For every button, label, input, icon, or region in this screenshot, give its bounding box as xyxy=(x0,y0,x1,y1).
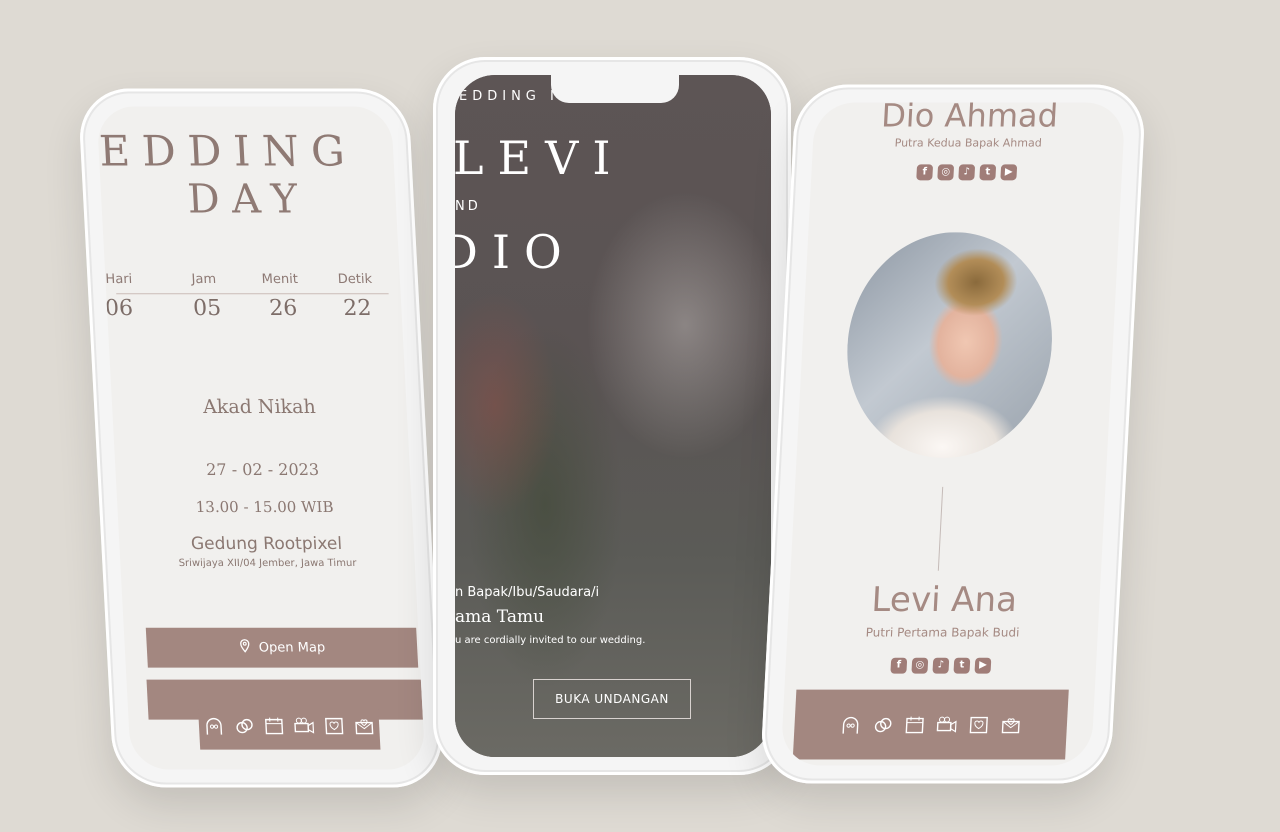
facebook-icon[interactable]: f xyxy=(890,657,908,674)
phone-notch xyxy=(551,75,679,103)
youtube-icon[interactable]: ▶ xyxy=(974,657,992,674)
right-screen: Dio Ahmad Putra Kedua Bapak Ahmad f ◎ ♪ … xyxy=(780,102,1126,766)
countdown-label-seconds: Detik xyxy=(337,272,373,288)
instagram-icon[interactable]: ◎ xyxy=(937,164,955,181)
open-map-label: Open Map xyxy=(258,640,326,656)
twitter-icon[interactable]: t xyxy=(979,164,997,181)
heart-frame-icon[interactable] xyxy=(967,714,990,736)
calendar-icon[interactable] xyxy=(262,715,285,737)
rings-icon[interactable] xyxy=(871,714,894,736)
and-label: ND xyxy=(455,199,481,214)
phone-middle: EDDING INVITATION LEVI ND DIO n Bapak/Ib… xyxy=(433,57,791,775)
map-pin-icon xyxy=(238,639,251,657)
bride-social-links: f ◎ ♪ t ▶ xyxy=(785,657,1096,674)
event-date: 27 - 02 - 2023 xyxy=(205,459,320,479)
envelope-icon[interactable] xyxy=(999,714,1022,736)
countdown-label-days: Hari xyxy=(105,272,133,288)
groom-parent: Putra Kedua Bapak Ahmad xyxy=(894,136,1043,150)
bottom-nav-tabs-left xyxy=(197,701,381,750)
event-time: 13.00 - 15.00 WIB xyxy=(195,497,334,516)
bottom-nav-right xyxy=(792,689,1069,760)
bride-name: Levi Ana xyxy=(870,579,1019,620)
instagram-icon[interactable]: ◎ xyxy=(911,657,929,674)
countdown-label-minutes: Menit xyxy=(261,272,299,288)
couple-arch-icon[interactable] xyxy=(839,714,862,736)
countdown-value-seconds: 22 xyxy=(342,296,373,322)
divider-line xyxy=(937,486,944,571)
envelope-icon[interactable] xyxy=(353,715,376,737)
countdown-value-hours: 05 xyxy=(192,296,222,322)
name-second: DIO xyxy=(455,225,576,279)
rings-icon[interactable] xyxy=(232,715,255,737)
name-first: LEVI xyxy=(455,131,625,185)
invitation-message: u are cordially invited to our wedding. xyxy=(455,635,646,646)
youtube-icon[interactable]: ▶ xyxy=(1000,164,1018,181)
groom-name: Dio Ahmad xyxy=(880,102,1060,135)
open-map-button[interactable]: Open Map xyxy=(145,627,419,668)
countdown-label-hours: Jam xyxy=(191,272,217,288)
bride-parent: Putri Pertama Bapak Budi xyxy=(865,625,1020,640)
heart-frame-icon[interactable] xyxy=(323,715,346,737)
phone-right: Dio Ahmad Putra Kedua Bapak Ahmad f ◎ ♪ … xyxy=(759,84,1147,784)
twitter-icon[interactable]: t xyxy=(953,657,971,674)
left-screen: EDDING DAY Hari Jam Menit Detik 06 05 26… xyxy=(96,106,426,770)
tiktok-icon[interactable]: ♪ xyxy=(958,164,976,181)
facebook-icon[interactable]: f xyxy=(916,164,934,181)
venue-address: Sriwijaya XII/04 Jember, Jawa Timur xyxy=(178,557,357,569)
open-invitation-button[interactable]: BUKA UNDANGAN xyxy=(533,679,691,719)
countdown-value-minutes: 26 xyxy=(268,296,298,322)
bride-portrait xyxy=(841,232,1058,458)
guest-salutation: n Bapak/Ibu/Saudara/i xyxy=(455,585,600,600)
middle-screen: EDDING INVITATION LEVI ND DIO n Bapak/Ib… xyxy=(455,75,771,757)
couple-arch-icon[interactable] xyxy=(202,715,225,737)
wedding-title-line1: EDDING xyxy=(98,126,358,176)
event-title: Akad Nikah xyxy=(202,396,317,419)
camera-icon[interactable] xyxy=(293,715,316,737)
wedding-title-line2: DAY xyxy=(186,176,311,223)
venue-name: Gedung Rootpixel xyxy=(190,533,343,554)
guest-name: ama Tamu xyxy=(455,607,545,627)
phone-left: EDDING DAY Hari Jam Menit Detik 06 05 26… xyxy=(77,88,445,788)
calendar-icon[interactable] xyxy=(903,714,926,736)
tiktok-icon[interactable]: ♪ xyxy=(932,657,950,674)
countdown-divider xyxy=(116,293,389,295)
countdown-value-days: 06 xyxy=(104,296,134,322)
groom-social-links: f ◎ ♪ t ▶ xyxy=(811,164,1122,181)
camera-icon[interactable] xyxy=(935,714,958,736)
stage: EDDING DAY Hari Jam Menit Detik 06 05 26… xyxy=(0,0,1280,832)
